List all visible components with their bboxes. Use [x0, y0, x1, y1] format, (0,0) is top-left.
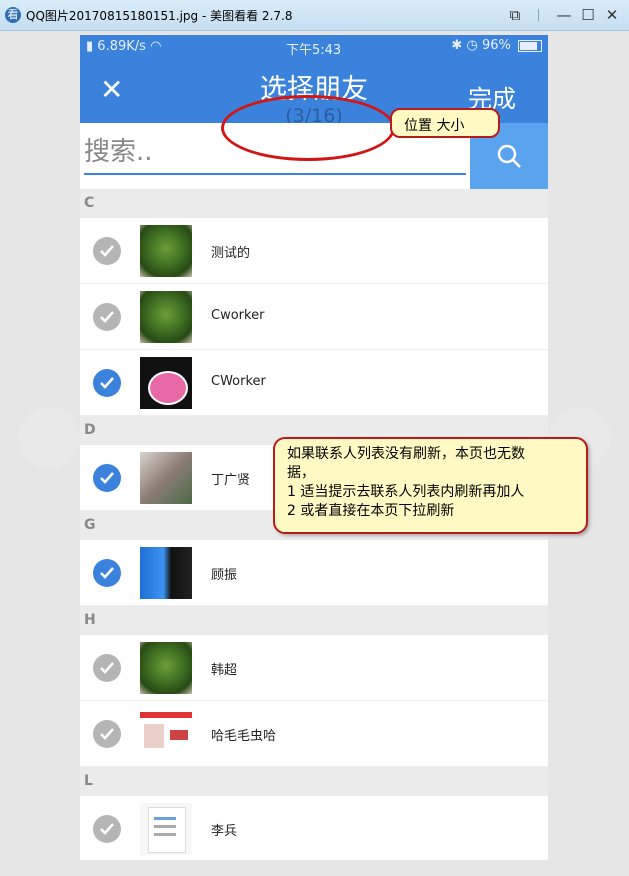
contact-row[interactable]: 韩超	[80, 635, 548, 701]
contact-avatar	[140, 225, 192, 277]
unchecked-checkbox[interactable]	[93, 815, 121, 843]
contact-row[interactable]: Cworker	[80, 284, 548, 350]
contact-name: 李兵	[211, 824, 238, 839]
annotation-line: 据，	[287, 465, 315, 481]
unchecked-checkbox[interactable]	[93, 303, 121, 331]
alarm-icon: ◷	[466, 38, 478, 53]
checkmark-icon	[100, 245, 114, 257]
contact-row[interactable]: 李兵	[80, 796, 548, 860]
network-speed: ▮ 6.89K/s ◠	[86, 39, 162, 54]
contact-name: CWorker	[211, 374, 266, 389]
maximize-button[interactable]: ☐	[578, 5, 598, 25]
contact-avatar	[140, 803, 192, 855]
unchecked-checkbox[interactable]	[93, 654, 121, 682]
contact-avatar	[140, 357, 192, 409]
checkmark-icon	[100, 377, 114, 389]
contact-row[interactable]: 测试的	[80, 218, 548, 284]
battery-icon	[518, 39, 542, 52]
section-header: H	[80, 606, 548, 635]
contact-avatar	[140, 291, 192, 343]
checkmark-icon	[100, 472, 114, 484]
minimize-button[interactable]: —	[554, 5, 574, 25]
contact-avatar	[140, 547, 192, 599]
checkmark-icon	[100, 662, 114, 674]
status-time: 下午5:43	[286, 43, 342, 58]
window-titlebar: 看 QQ图片20170815180151.jpg - 美图看看 2.7.8 ⧉ …	[0, 0, 629, 31]
previous-image-button[interactable]: ←	[18, 407, 80, 469]
restore-button[interactable]: ⧉	[505, 5, 525, 25]
contact-row[interactable]: 哈毛毛虫哈	[80, 701, 548, 767]
status-bar: ▮ 6.89K/s ◠ 下午5:43 ✱ ◷ 96%	[80, 35, 548, 59]
contact-avatar	[140, 642, 192, 694]
bluetooth-icon: ✱	[451, 38, 463, 53]
section-header: L	[80, 767, 548, 796]
contact-avatar	[140, 708, 192, 760]
titlebar-divider	[538, 9, 539, 21]
contact-name: 哈毛毛虫哈	[211, 729, 277, 744]
annotation-line: 如果联系人列表没有刷新，本页也无数	[287, 446, 525, 462]
signal-icon: ▮	[86, 39, 94, 54]
checkmark-icon	[100, 311, 114, 323]
annotation-line: 2 或者直接在本页下拉刷新	[287, 503, 455, 519]
contact-name: 韩超	[211, 663, 238, 678]
annotation-note-small: 位置 大小	[390, 108, 500, 138]
unchecked-checkbox[interactable]	[93, 237, 121, 265]
contact-name: 顾振	[211, 568, 238, 583]
checked-checkbox[interactable]	[93, 559, 121, 587]
contact-avatar	[140, 452, 192, 504]
window-title: QQ图片20170815180151.jpg - 美图看看 2.7.8	[26, 9, 293, 23]
contact-row[interactable]: CWorker	[80, 350, 548, 416]
annotation-note-large: 如果联系人列表没有刷新，本页也无数 据， 1 适当提示去联系人列表内刷新再加人 …	[273, 437, 588, 534]
wifi-icon: ◠	[150, 39, 162, 54]
unchecked-checkbox[interactable]	[93, 720, 121, 748]
close-button[interactable]: ✕	[602, 5, 622, 25]
annotation-ellipse	[221, 95, 395, 161]
app-icon: 看	[5, 7, 21, 23]
contact-name: 丁广贤	[211, 473, 251, 488]
checkmark-icon	[100, 728, 114, 740]
search-icon	[497, 144, 521, 168]
contact-name: Cworker	[211, 308, 265, 323]
checkmark-icon	[100, 823, 114, 835]
section-header: C	[80, 189, 548, 218]
checkmark-icon	[100, 567, 114, 579]
annotation-line: 1 适当提示去联系人列表内刷新再加人	[287, 484, 525, 500]
checked-checkbox[interactable]	[93, 369, 121, 397]
contact-row[interactable]: 顾振	[80, 540, 548, 606]
status-right: ✱ ◷ 96%	[451, 38, 542, 53]
checked-checkbox[interactable]	[93, 464, 121, 492]
battery-percent: 96%	[481, 38, 511, 53]
contact-name: 测试的	[211, 246, 251, 261]
